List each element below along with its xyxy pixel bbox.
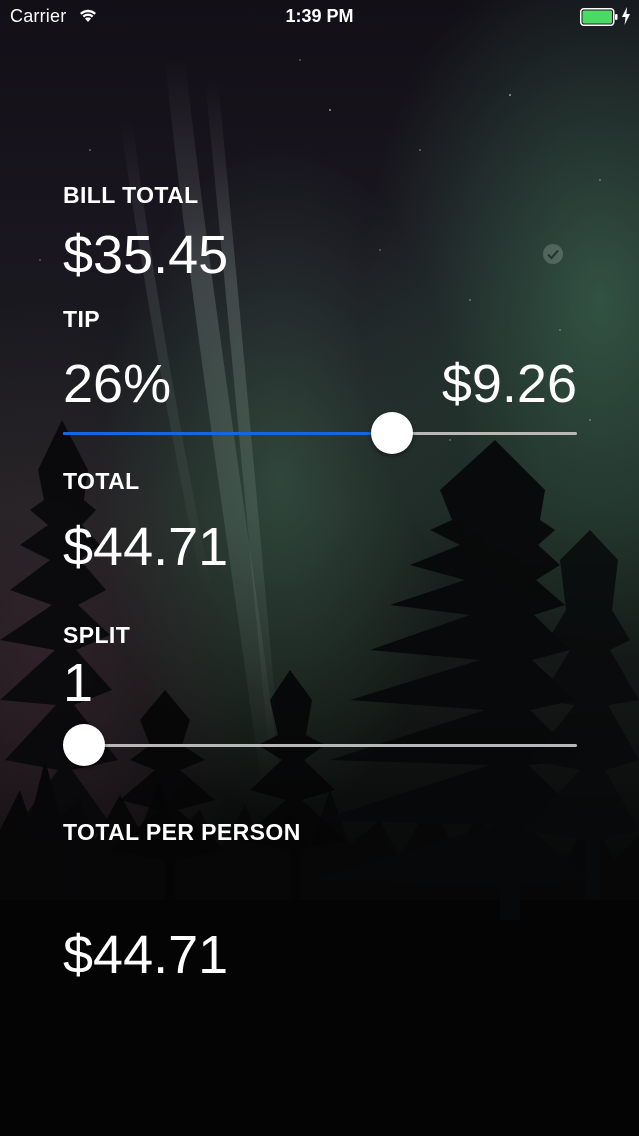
total-per-person-value: $44.71 — [63, 925, 229, 985]
split-slider-track — [63, 744, 577, 747]
split-slider[interactable] — [63, 723, 577, 767]
total-label: TOTAL — [63, 468, 140, 494]
status-time: 1:39 PM — [285, 6, 354, 26]
tip-amount-value: $9.26 — [441, 354, 577, 414]
tip-slider-thumb[interactable] — [371, 412, 413, 454]
checkmark-circle-icon — [543, 244, 563, 264]
total-per-person-label: TOTAL PER PERSON — [63, 819, 301, 845]
battery-icon — [580, 8, 618, 26]
status-bar: Carrier 1:39 PM — [0, 0, 639, 34]
battery-level — [582, 10, 612, 24]
total-value: $44.71 — [63, 517, 229, 577]
tip-slider[interactable] — [63, 411, 577, 455]
tip-label: TIP — [63, 306, 100, 332]
split-slider-thumb[interactable] — [63, 724, 105, 766]
split-value: 1 — [63, 653, 94, 713]
charging-bolt-icon — [622, 7, 630, 25]
tip-slider-fill — [63, 432, 392, 435]
split-label: SPLIT — [63, 622, 131, 648]
tip-percent-value: 26% — [63, 354, 172, 414]
bill-total-input[interactable]: $35.45 — [63, 228, 228, 282]
bill-total-label: BILL TOTAL — [63, 182, 199, 208]
